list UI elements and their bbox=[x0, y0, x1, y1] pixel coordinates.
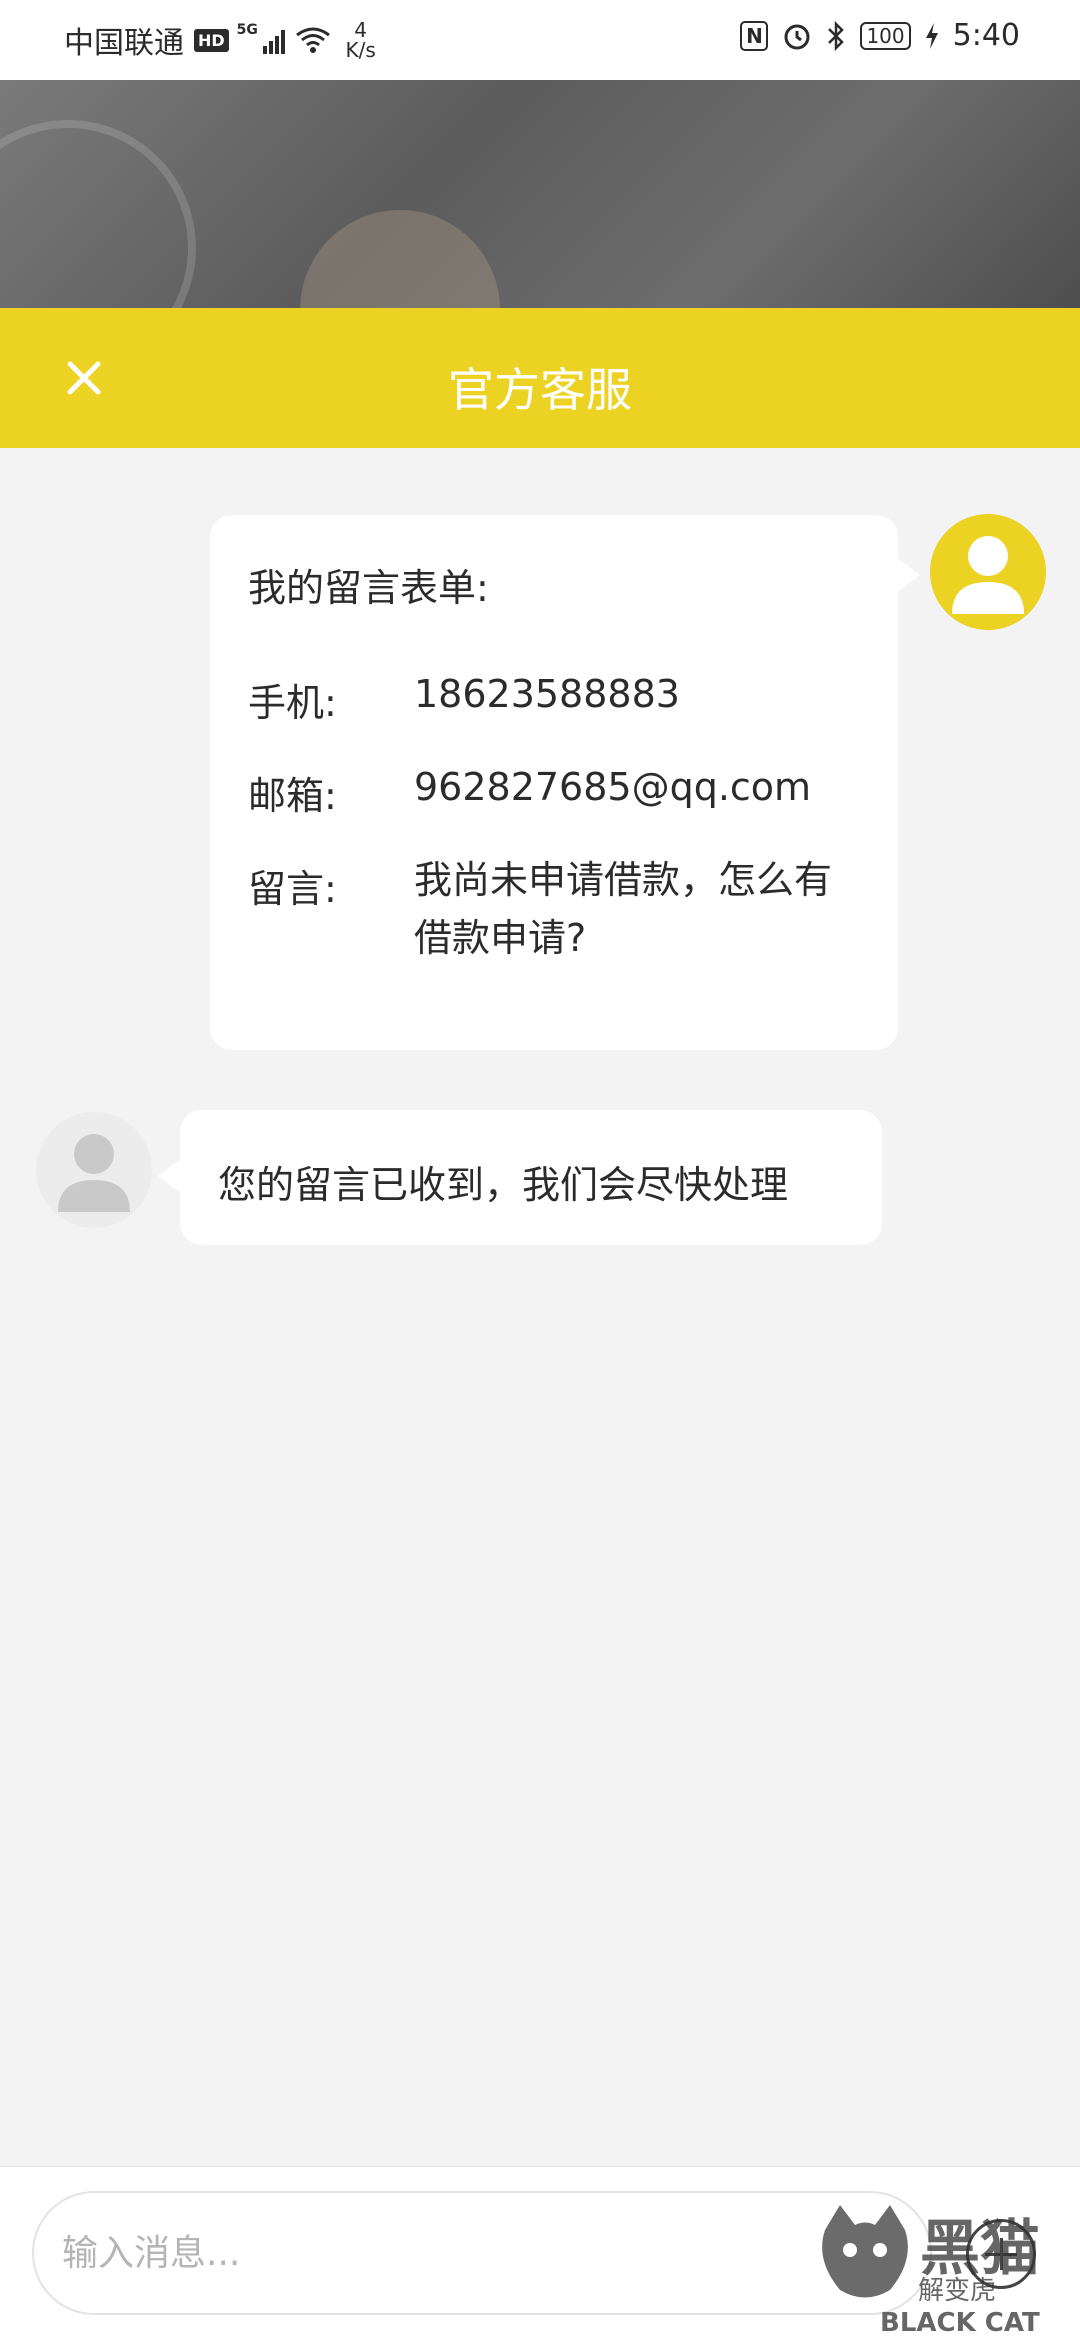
user-avatar bbox=[930, 514, 1046, 630]
status-left: 中国联通 HD 5G 4 K/s bbox=[64, 18, 381, 62]
phone-label: 手机: bbox=[248, 681, 337, 725]
speed-unit: K/s bbox=[345, 38, 376, 62]
agent-avatar-icon bbox=[58, 1134, 130, 1212]
wifi-icon bbox=[295, 26, 331, 54]
charging-icon bbox=[925, 22, 939, 50]
agent-reply-text: 您的留言已收到，我们会尽快处理 bbox=[218, 1163, 789, 1207]
form-heading: 我的留言表单: bbox=[248, 566, 489, 610]
watermark-sub: 解变虎 bbox=[918, 2276, 997, 2306]
bluetooth-icon bbox=[826, 20, 846, 51]
alarm-icon bbox=[782, 21, 812, 51]
user-avatar-icon bbox=[952, 536, 1024, 614]
network-type-label: 5G bbox=[236, 22, 258, 38]
banner-decoration bbox=[0, 120, 196, 308]
cat-logo-icon bbox=[822, 2205, 908, 2298]
message-label: 留言: bbox=[248, 867, 337, 911]
signal-icon: 5G bbox=[237, 22, 285, 54]
title-bar: 官方客服 bbox=[0, 308, 1080, 448]
battery-icon: 100 bbox=[860, 21, 911, 50]
phone-value: 18623588883 bbox=[414, 672, 680, 716]
watermark-latin: BLACK CAT bbox=[880, 2308, 1040, 2338]
message-bubble-agent: 您的留言已收到，我们会尽快处理 bbox=[158, 1110, 882, 1245]
nfc-icon: N bbox=[740, 20, 769, 51]
message-bubble-user: 我的留言表单: 手机: 18623588883 邮箱: 962827685@qq… bbox=[210, 515, 920, 1050]
status-bar: 中国联通 HD 5G 4 K/s N 100 5:40 bbox=[0, 0, 1080, 80]
status-right: N 100 5:40 bbox=[740, 18, 1020, 53]
watermark-logo: 黑猫 解变虎 BLACK CAT bbox=[800, 2200, 1080, 2340]
header-banner-image bbox=[0, 80, 1080, 308]
message-input[interactable] bbox=[32, 2191, 932, 2315]
page-title: 官方客服 bbox=[448, 363, 632, 417]
hd-badge: HD bbox=[194, 28, 229, 52]
battery-level: 100 bbox=[866, 23, 905, 48]
email-value: 962827685@qq.com bbox=[414, 765, 812, 809]
network-speed: 4 K/s bbox=[341, 20, 381, 60]
agent-avatar bbox=[36, 1112, 152, 1228]
email-label: 邮箱: bbox=[248, 774, 337, 818]
message-value: 我尚未申请借款，怎么有借款申请? bbox=[414, 858, 833, 960]
banner-decoration bbox=[300, 210, 500, 308]
clock-time: 5:40 bbox=[952, 18, 1020, 53]
carrier-name: 中国联通 bbox=[64, 26, 184, 61]
